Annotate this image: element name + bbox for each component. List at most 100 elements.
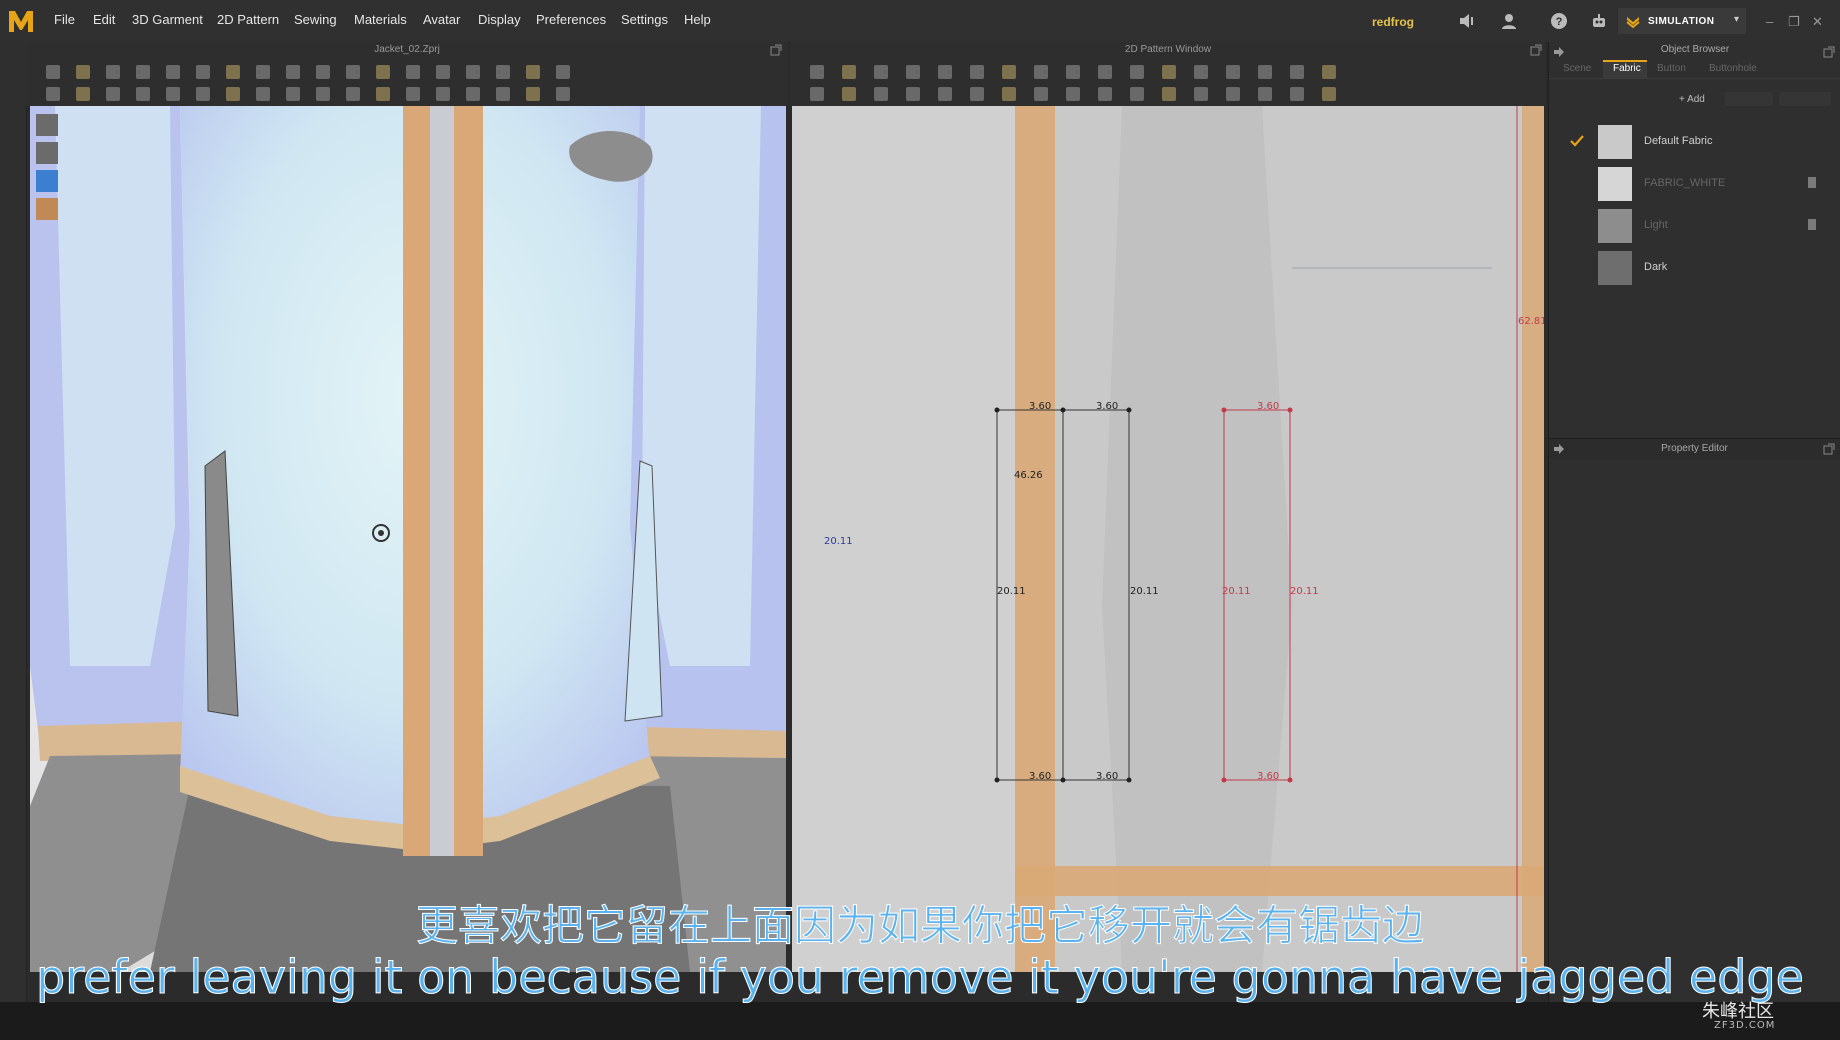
toolbar-3d-tool-icon[interactable] — [196, 65, 210, 79]
menu-display[interactable]: Display — [478, 12, 521, 27]
add-fabric-button[interactable]: + Add — [1679, 94, 1705, 105]
toolbar-2d-tool-icon[interactable] — [1098, 87, 1112, 101]
toolbar-3d-tool-icon[interactable] — [106, 87, 120, 101]
toolbar-2d-tool-icon[interactable] — [1162, 87, 1176, 101]
toolbar-3d-tool-icon[interactable] — [136, 87, 150, 101]
maximize-2d-icon[interactable] — [1530, 44, 1542, 56]
toolbar-3d-tool-icon[interactable] — [286, 87, 300, 101]
toolbar-2d-tool-icon[interactable] — [1130, 65, 1144, 79]
tab-buttonhole[interactable]: Buttonhole — [1709, 63, 1757, 74]
toolbar-3d-tool-icon[interactable] — [496, 65, 510, 79]
toolbar-3d-tool-icon[interactable] — [346, 87, 360, 101]
tab-scene[interactable]: Scene — [1563, 63, 1591, 74]
toolbar-2d-tool-icon[interactable] — [1194, 87, 1208, 101]
toolbar-3d-tool-icon[interactable] — [106, 65, 120, 79]
toolbar-2d-tool-icon[interactable] — [1066, 87, 1080, 101]
toolbar-2d-tool-icon[interactable] — [1066, 65, 1080, 79]
fabric-item-white[interactable]: FABRIC_WHITE — [1570, 163, 1836, 203]
help-icon[interactable]: ? — [1550, 12, 1568, 30]
menu-help[interactable]: Help — [684, 12, 711, 27]
toolbar-3d-tool-icon[interactable] — [436, 65, 450, 79]
toolbar-2d-tool-icon[interactable] — [1322, 87, 1336, 101]
copy-fabric-button[interactable] — [1725, 92, 1773, 106]
toolbar-3d-tool-icon[interactable] — [256, 87, 270, 101]
toolbar-3d-tool-icon[interactable] — [406, 65, 420, 79]
toolbar-2d-tool-icon[interactable] — [1098, 65, 1112, 79]
maximize-browser-icon[interactable] — [1823, 46, 1835, 58]
toolbar-2d-tool-icon[interactable] — [1130, 87, 1144, 101]
toolbar-3d-tool-icon[interactable] — [286, 65, 300, 79]
toolbar-3d-tool-icon[interactable] — [76, 65, 90, 79]
toolbar-2d-tool-icon[interactable] — [906, 87, 920, 101]
menu-settings[interactable]: Settings — [621, 12, 668, 27]
toolbar-2d-tool-icon[interactable] — [810, 65, 824, 79]
toolbar-3d-tool-icon[interactable] — [436, 87, 450, 101]
toolbar-3d-tool-icon[interactable] — [46, 65, 60, 79]
toolbar-2d-tool-icon[interactable] — [1290, 87, 1304, 101]
menu-materials[interactable]: Materials — [354, 12, 407, 27]
toolbar-2d-tool-icon[interactable] — [938, 65, 952, 79]
toolbar-2d-tool-icon[interactable] — [1162, 65, 1176, 79]
toolbar-2d-tool-icon[interactable] — [874, 87, 888, 101]
menu-3d-garment[interactable]: 3D Garment — [132, 12, 203, 27]
toolbar-2d-tool-icon[interactable] — [1034, 87, 1048, 101]
toolbar-2d-tool-icon[interactable] — [1258, 87, 1272, 101]
toolbar-2d-tool-icon[interactable] — [1258, 65, 1272, 79]
library-tab[interactable] — [4, 52, 20, 112]
toolbar-3d-tool-icon[interactable] — [346, 65, 360, 79]
fabric-item-default[interactable]: Default Fabric — [1570, 121, 1836, 161]
toolbar-3d-tool-icon[interactable] — [316, 65, 330, 79]
toolbar-3d-tool-icon[interactable] — [496, 87, 510, 101]
toolbar-2d-tool-icon[interactable] — [842, 65, 856, 79]
toolbar-3d-tool-icon[interactable] — [46, 87, 60, 101]
menu-2d-pattern[interactable]: 2D Pattern — [217, 12, 279, 27]
toolbar-2d-tool-icon[interactable] — [1226, 87, 1240, 101]
toolbar-3d-tool-icon[interactable] — [136, 65, 150, 79]
toolbar-3d-tool-icon[interactable] — [466, 65, 480, 79]
maximize-3d-icon[interactable] — [770, 44, 782, 56]
toolbar-2d-tool-icon[interactable] — [970, 87, 984, 101]
viewport-2d[interactable]: 20.11 3.60 3.60 3.60 46.26 20.11 20.11 2… — [792, 106, 1544, 972]
restore-icon[interactable]: ❐ — [1788, 14, 1800, 30]
toolbar-3d-tool-icon[interactable] — [76, 87, 90, 101]
toolbar-3d-tool-icon[interactable] — [226, 65, 240, 79]
toolbar-2d-tool-icon[interactable] — [874, 65, 888, 79]
trash-icon[interactable] — [1808, 177, 1816, 188]
trash-icon[interactable] — [1808, 219, 1816, 230]
toolbar-3d-tool-icon[interactable] — [376, 87, 390, 101]
user-icon[interactable] — [1500, 12, 1518, 30]
menu-avatar[interactable]: Avatar — [423, 12, 460, 27]
maximize-property-icon[interactable] — [1823, 443, 1835, 455]
assign-fabric-button[interactable] — [1779, 92, 1831, 106]
toolbar-3d-tool-icon[interactable] — [256, 65, 270, 79]
menu-file[interactable]: File — [54, 12, 75, 27]
menu-sewing[interactable]: Sewing — [294, 12, 337, 27]
toolbar-3d-tool-icon[interactable] — [526, 87, 540, 101]
toolbar-2d-tool-icon[interactable] — [1194, 65, 1208, 79]
toolbar-3d-tool-icon[interactable] — [556, 65, 570, 79]
toolbar-2d-tool-icon[interactable] — [1034, 65, 1048, 79]
minimize-icon[interactable]: – — [1766, 14, 1773, 29]
toolbar-3d-tool-icon[interactable] — [316, 87, 330, 101]
toolbar-2d-tool-icon[interactable] — [906, 65, 920, 79]
toolbar-3d-tool-icon[interactable] — [226, 87, 240, 101]
fabric-item-light[interactable]: Light — [1570, 205, 1836, 245]
toolbar-2d-tool-icon[interactable] — [1226, 65, 1240, 79]
toolbar-2d-tool-icon[interactable] — [810, 87, 824, 101]
fabric-item-dark[interactable]: Dark — [1570, 247, 1836, 287]
toolbar-3d-tool-icon[interactable] — [196, 87, 210, 101]
toolbar-3d-tool-icon[interactable] — [526, 65, 540, 79]
menu-preferences[interactable]: Preferences — [536, 12, 606, 27]
toolbar-2d-tool-icon[interactable] — [970, 65, 984, 79]
toolbar-3d-tool-icon[interactable] — [466, 87, 480, 101]
toolbar-2d-tool-icon[interactable] — [1322, 65, 1336, 79]
tab-button[interactable]: Button — [1657, 63, 1686, 74]
toolbar-2d-tool-icon[interactable] — [1002, 87, 1016, 101]
speaker-icon[interactable] — [1458, 12, 1476, 30]
toolbar-3d-tool-icon[interactable] — [406, 87, 420, 101]
viewport-3d[interactable] — [30, 106, 786, 972]
toolbar-2d-tool-icon[interactable] — [842, 87, 856, 101]
history-tab[interactable] — [4, 152, 20, 212]
menu-edit[interactable]: Edit — [93, 12, 115, 27]
close-icon[interactable]: ✕ — [1812, 14, 1823, 30]
